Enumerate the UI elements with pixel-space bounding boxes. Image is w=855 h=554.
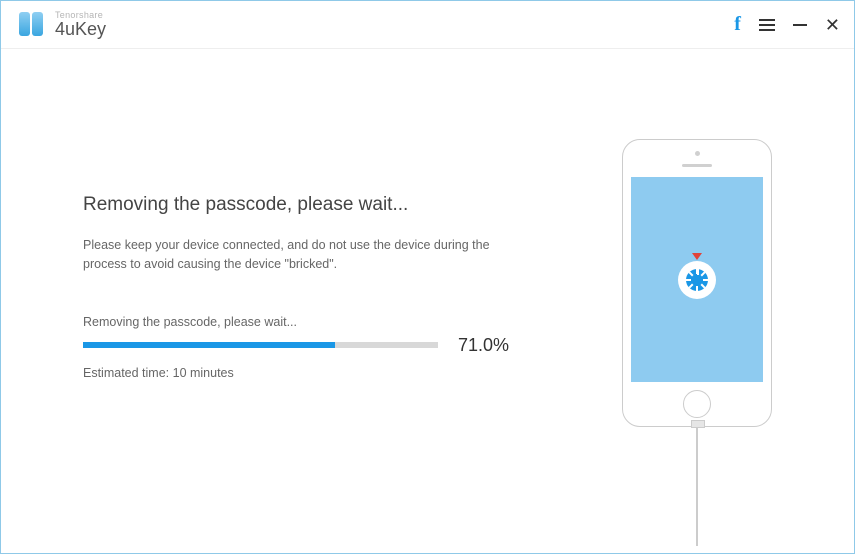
cable-icon [696, 426, 698, 546]
page-title: Removing the passcode, please wait... [83, 194, 513, 216]
titlebar: Tenorshare 4uKey f ✕ [1, 1, 854, 49]
content-area: Removing the passcode, please wait... Pl… [1, 49, 854, 553]
progress-bar [83, 342, 438, 348]
progress-percent: 71.0% [458, 335, 509, 356]
progress-block: Removing the passcode, please wait... 71… [83, 315, 513, 380]
facebook-icon[interactable]: f [734, 13, 741, 36]
progress-eta: Estimated time: 10 minutes [83, 366, 513, 380]
progress-status-label: Removing the passcode, please wait... [83, 315, 513, 329]
window-controls: f ✕ [734, 13, 840, 36]
device-illustration [622, 139, 772, 546]
phone-screen [631, 177, 763, 382]
status-panel: Removing the passcode, please wait... Pl… [83, 194, 513, 380]
page-description: Please keep your device connected, and d… [83, 236, 513, 275]
progress-fill [83, 342, 335, 348]
close-icon[interactable]: ✕ [825, 16, 840, 34]
app-window: Tenorshare 4uKey f ✕ Removing the passco… [0, 0, 855, 554]
logo-icon [19, 12, 45, 38]
home-button-icon [683, 390, 711, 418]
app-logo: Tenorshare 4uKey [19, 11, 106, 38]
minimize-icon[interactable] [793, 24, 807, 26]
compass-icon [678, 261, 716, 299]
phone-icon [622, 139, 772, 427]
product-label: 4uKey [55, 20, 106, 38]
menu-icon[interactable] [759, 19, 775, 31]
